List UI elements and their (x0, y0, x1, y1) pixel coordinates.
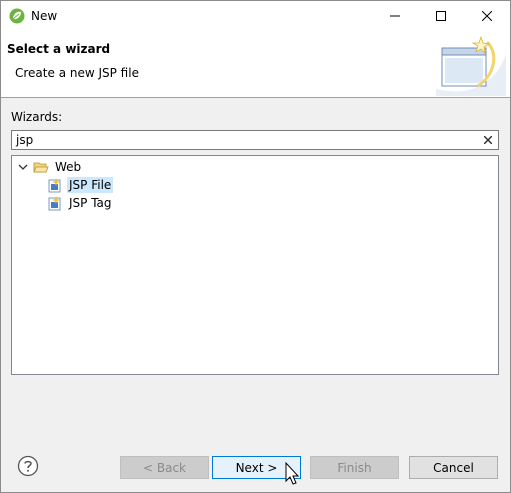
wizards-label: Wizards: (11, 110, 63, 124)
banner-description: Create a new JSP file (15, 66, 139, 80)
title-bar[interactable]: New (1, 1, 510, 31)
wizard-filter-input[interactable]: jsp (11, 130, 499, 150)
spring-leaf-icon (9, 8, 25, 24)
tree-item-jsp-tag[interactable]: JSP Tag (47, 194, 114, 212)
window-title: New (31, 9, 58, 23)
maximize-icon (436, 11, 446, 21)
wizard-tree[interactable]: Web JSP File JSP Tag (11, 155, 499, 375)
tree-item-web[interactable]: Web (17, 158, 83, 176)
tree-item-jsp-file[interactable]: JSP File (47, 176, 114, 194)
jsp-file-icon (48, 178, 61, 193)
wizard-banner-icon (436, 35, 506, 96)
tree-item-label: JSP File (67, 177, 114, 193)
maximize-button[interactable] (418, 1, 464, 31)
finish-button[interactable]: Finish (310, 456, 399, 479)
cancel-button[interactable]: Cancel (409, 456, 498, 479)
close-button[interactable] (464, 1, 510, 31)
help-icon[interactable] (17, 455, 39, 477)
tree-item-label: JSP Tag (69, 196, 112, 210)
folder-open-icon (33, 162, 49, 173)
chevron-down-icon[interactable] (17, 161, 29, 173)
minimize-button[interactable] (372, 1, 418, 31)
clear-filter-icon[interactable] (481, 133, 495, 147)
wizard-banner: Select a wizard Create a new JSP file (1, 31, 510, 98)
filter-text: jsp (16, 133, 34, 147)
banner-title: Select a wizard (7, 42, 111, 56)
jsp-tag-icon (48, 196, 61, 211)
next-button[interactable]: Next > (212, 456, 301, 479)
close-icon (482, 11, 492, 21)
minimize-icon (390, 15, 400, 17)
new-wizard-dialog: New Select a wizard Create a new JSP fil… (0, 0, 511, 493)
back-button[interactable]: < Back (120, 456, 209, 479)
tree-item-label: Web (55, 160, 82, 174)
